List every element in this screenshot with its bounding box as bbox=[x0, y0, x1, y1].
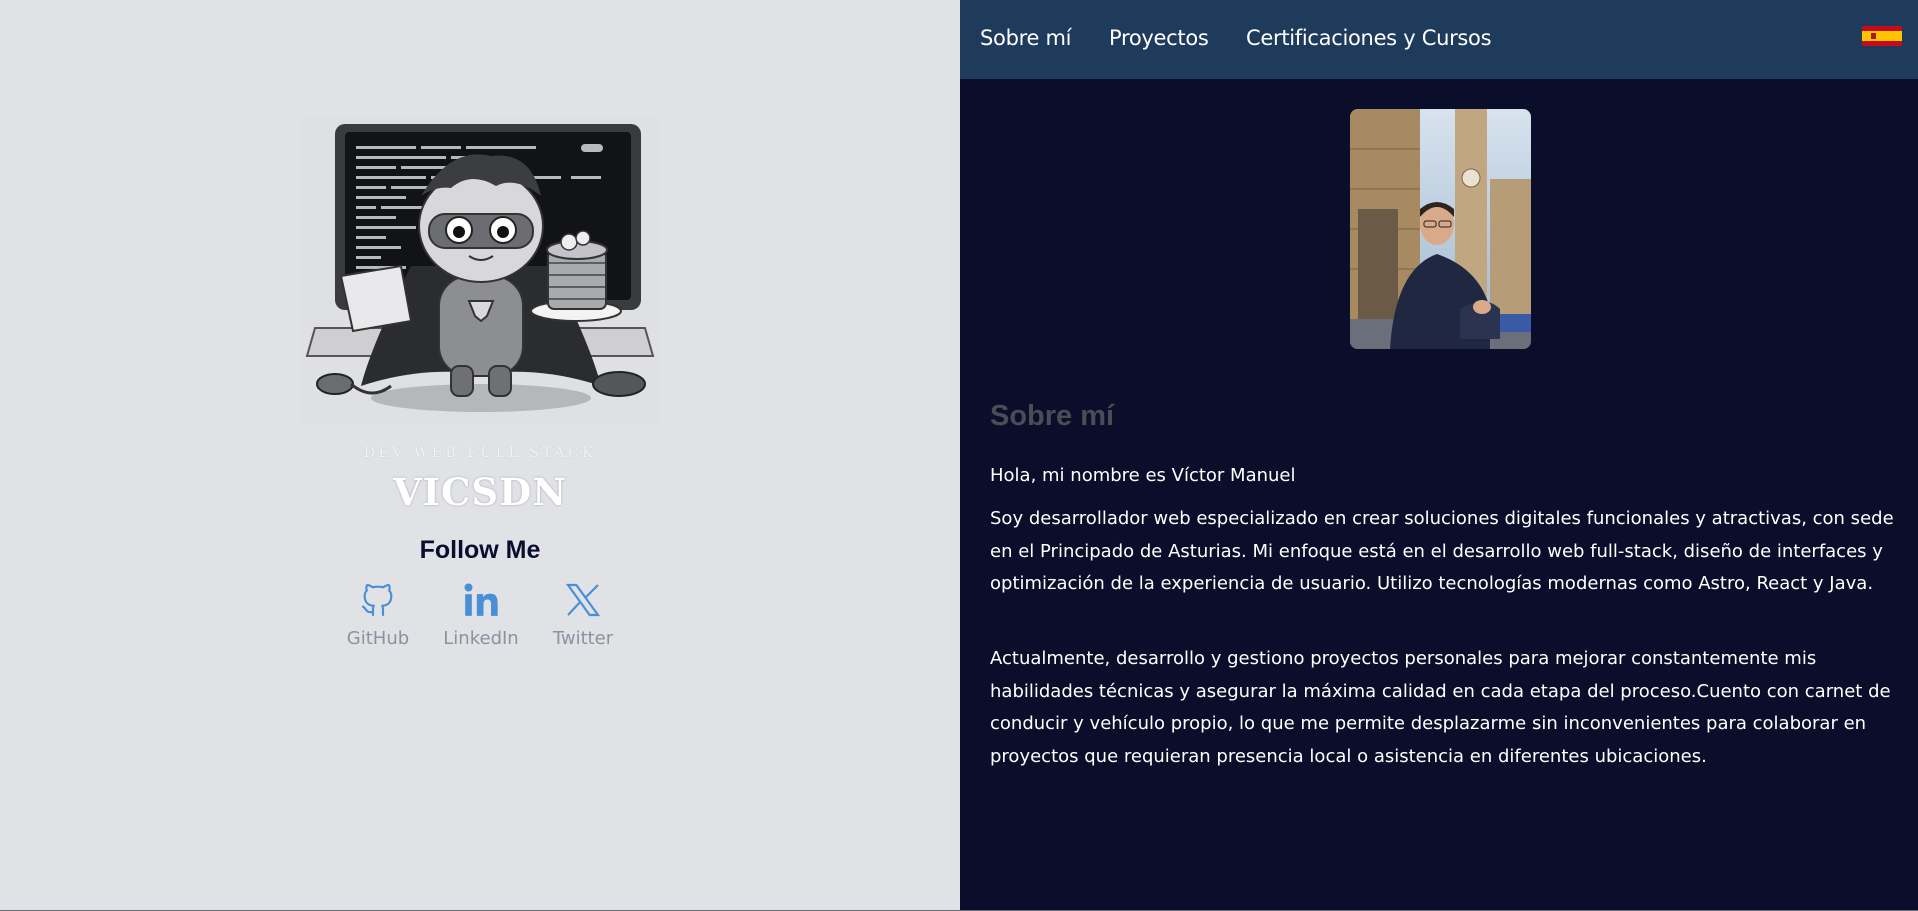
spain-flag-icon[interactable] bbox=[1862, 26, 1902, 46]
linkedin-label: LinkedIn bbox=[443, 628, 519, 649]
nav-item-certificaciones[interactable]: Certificaciones y Cursos bbox=[1246, 26, 1492, 50]
about-heading: Sobre mí bbox=[990, 400, 1115, 432]
profile-panel: DEV WEB FULL STACK VICSDN Follow Me GitH… bbox=[0, 0, 960, 910]
top-navigation: Sobre mí Proyectos Certificaciones y Cur… bbox=[960, 0, 1918, 79]
linkedin-link[interactable]: LinkedIn bbox=[431, 580, 531, 649]
mascot-illustration bbox=[301, 116, 659, 424]
twitter-label: Twitter bbox=[552, 628, 614, 649]
linkedin-icon bbox=[464, 583, 498, 616]
profile-photo bbox=[1350, 109, 1531, 349]
x-twitter-icon bbox=[565, 583, 601, 617]
about-greeting: Hola, mi nombre es Víctor Manuel bbox=[990, 465, 1296, 486]
twitter-link[interactable]: Twitter bbox=[533, 580, 633, 649]
github-icon bbox=[361, 584, 393, 617]
about-paragraph-2: Actualmente, desarrollo y gestiono proye… bbox=[990, 648, 1891, 767]
github-link[interactable]: GitHub bbox=[328, 580, 428, 649]
nav-item-proyectos[interactable]: Proyectos bbox=[1109, 26, 1209, 50]
nav-item-sobre-mi[interactable]: Sobre mí bbox=[980, 26, 1071, 50]
about-paragraph-1: Soy desarrollador web especializado en c… bbox=[990, 508, 1894, 594]
brand-name: VICSDN bbox=[392, 470, 568, 514]
github-label: GitHub bbox=[346, 628, 410, 649]
follow-heading: Follow Me bbox=[419, 536, 541, 564]
profile-tagline: DEV WEB FULL STACK bbox=[363, 445, 597, 461]
